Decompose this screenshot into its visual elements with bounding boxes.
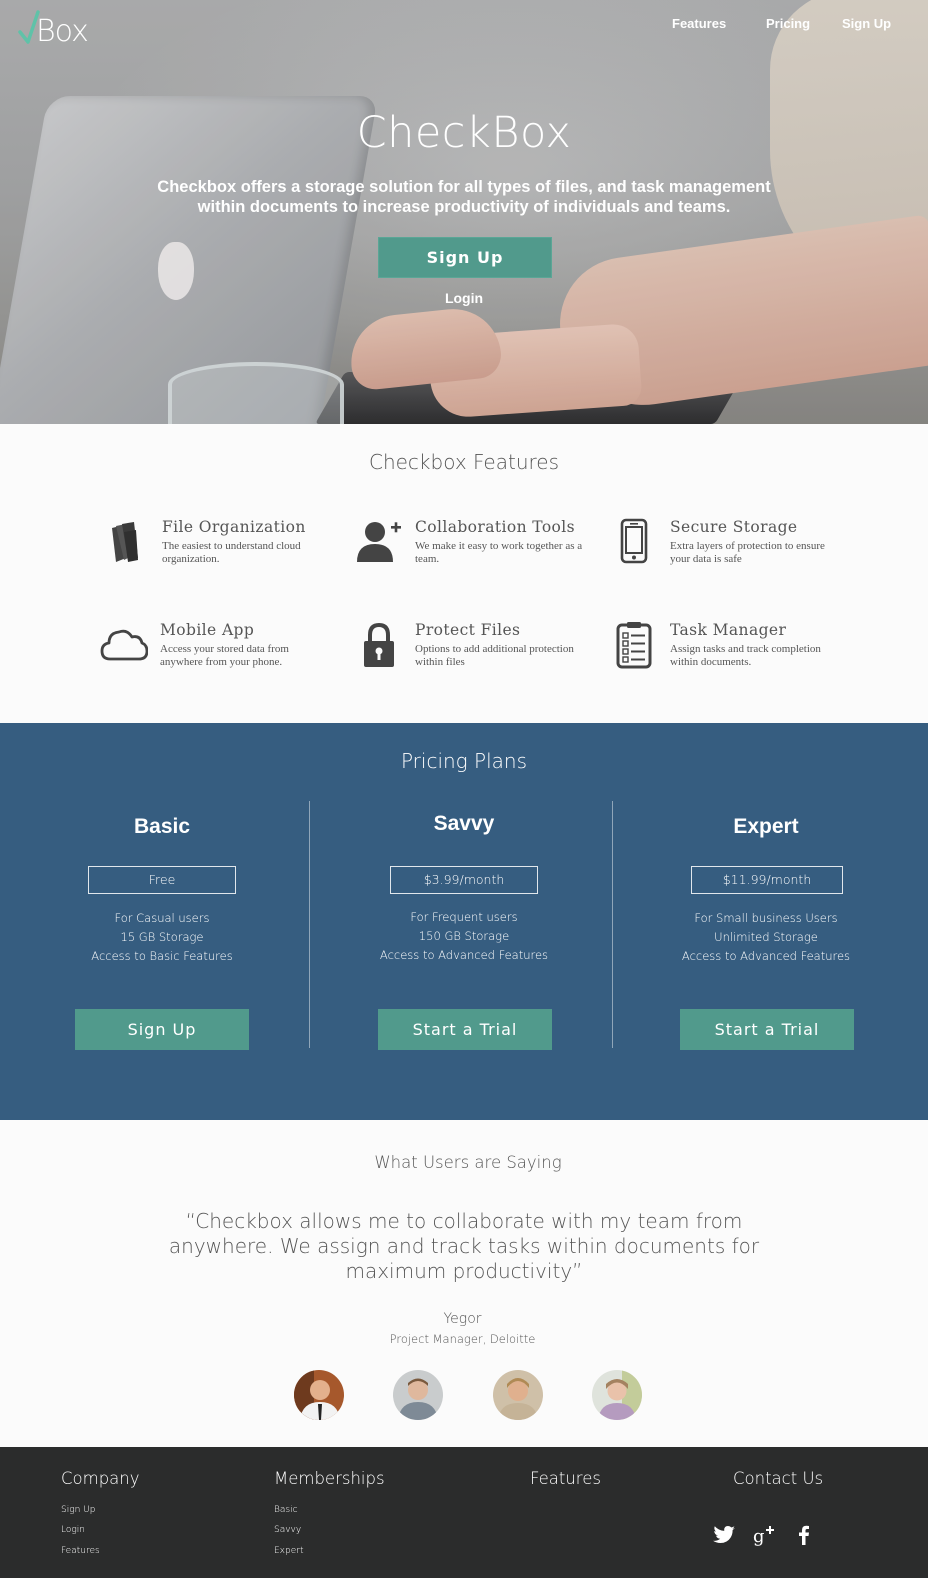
add-user-icon bbox=[357, 522, 401, 562]
feature-title: Collaboration Tools bbox=[415, 518, 575, 536]
testimonial-author: Yegor bbox=[443, 1311, 482, 1327]
footer-link-savvy[interactable]: Savvy bbox=[274, 1525, 301, 1535]
testimonial-author-role: Project Manager, Deloitte bbox=[389, 1332, 536, 1346]
plan-trial-button[interactable]: Start a Trial bbox=[680, 1009, 854, 1050]
plan-feature: Access to Advanced Features bbox=[379, 948, 549, 962]
avatar[interactable] bbox=[294, 1370, 344, 1420]
testimonials-title: What Users are Saying bbox=[374, 1153, 562, 1172]
hero-title: CheckBox bbox=[356, 108, 572, 158]
feature-desc: We make it easy to work together as a te… bbox=[415, 540, 583, 565]
plan-price: $3.99/month bbox=[390, 866, 538, 894]
avatar-image bbox=[294, 1370, 344, 1420]
nav-features-link[interactable]: Features bbox=[672, 16, 726, 31]
footer-link-login[interactable]: Login bbox=[61, 1525, 85, 1535]
plan-feature: For Frequent users bbox=[410, 910, 518, 924]
plan-feature: 15 GB Storage bbox=[120, 930, 204, 944]
plan-name: Basic bbox=[133, 815, 191, 838]
avatar-image bbox=[493, 1370, 543, 1420]
hero-subtitle: Checkbox offers a storage solution for a… bbox=[157, 178, 771, 216]
plan-savvy: Savvy $3.99/month For Frequent users 150… bbox=[314, 723, 614, 1120]
feature-desc: Assign tasks and track completion within… bbox=[670, 643, 821, 668]
lock-icon bbox=[364, 622, 394, 667]
pricing-section: Pricing Plans Basic Free For Casual user… bbox=[0, 723, 928, 1120]
plan-price: Free bbox=[88, 866, 236, 894]
plan-name: Savvy bbox=[433, 812, 495, 835]
cloud-icon bbox=[100, 629, 148, 661]
feature-title: Secure Storage bbox=[670, 518, 798, 536]
plan-feature: Access to Basic Features bbox=[91, 949, 233, 963]
footer-contact-heading[interactable]: Contact Us bbox=[733, 1469, 823, 1488]
footer-memberships-heading: Memberships bbox=[274, 1469, 385, 1488]
plan-expert: Expert $11.99/month For Small business U… bbox=[616, 723, 916, 1120]
feature-task-manager: Task Manager Assign tasks and track comp… bbox=[610, 621, 840, 681]
features-title: Checkbox Features bbox=[368, 450, 560, 474]
feature-protect-files: Protect Files Options to add additional … bbox=[355, 621, 585, 681]
twitter-icon[interactable] bbox=[712, 1523, 736, 1547]
logo[interactable]: Box bbox=[18, 10, 98, 52]
plan-name: Expert bbox=[733, 815, 799, 838]
phone-icon bbox=[620, 518, 648, 564]
nav-pricing-link[interactable]: Pricing bbox=[766, 16, 810, 31]
checklist-icon bbox=[616, 622, 652, 669]
feature-mobile-app: Mobile App Access your stored data from … bbox=[100, 621, 330, 681]
feature-title: File Organization bbox=[162, 518, 306, 536]
footer-link-expert[interactable]: Expert bbox=[274, 1546, 304, 1556]
feature-file-organization: File Organization The easiest to underst… bbox=[102, 518, 332, 578]
nav-signup-link[interactable]: Sign Up bbox=[842, 16, 891, 31]
plan-signup-button[interactable]: Sign Up bbox=[75, 1009, 249, 1050]
avatar[interactable] bbox=[592, 1370, 642, 1420]
feature-desc: Options to add additional protection wit… bbox=[415, 643, 574, 668]
feature-collaboration-tools: Collaboration Tools We make it easy to w… bbox=[355, 518, 585, 578]
plan-feature: Unlimited Storage bbox=[714, 930, 818, 944]
avatar-image bbox=[592, 1370, 642, 1420]
folder-file-icon bbox=[112, 522, 138, 562]
plan-feature: Access to Advanced Features bbox=[681, 949, 851, 963]
hero-signup-button[interactable]: Sign Up bbox=[378, 237, 552, 278]
footer-features-heading[interactable]: Features bbox=[530, 1469, 601, 1488]
feature-desc: Access your stored data from anywhere fr… bbox=[160, 643, 289, 668]
testimonial-quote: “Checkbox allows me to collaborate with … bbox=[168, 1209, 760, 1283]
footer-link-signup[interactable]: Sign Up bbox=[61, 1505, 95, 1515]
hero-login-link[interactable]: Login bbox=[0, 290, 928, 306]
plan-price: $11.99/month bbox=[691, 866, 843, 894]
svg-text:g: g bbox=[753, 1526, 765, 1547]
plan-feature: 150 GB Storage bbox=[418, 929, 510, 943]
footer-company-heading: Company bbox=[61, 1469, 140, 1488]
footer-link-features[interactable]: Features bbox=[61, 1546, 100, 1556]
plan-trial-button[interactable]: Start a Trial bbox=[378, 1009, 552, 1050]
feature-title: Protect Files bbox=[415, 621, 521, 639]
testimonials-section: What Users are Saying “Checkbox allows m… bbox=[0, 1120, 928, 1447]
feature-title: Mobile App bbox=[160, 621, 255, 639]
avatar-image bbox=[393, 1370, 443, 1420]
footer: Company Sign Up Login Features Membershi… bbox=[0, 1447, 928, 1578]
feature-secure-storage: Secure Storage Extra layers of protectio… bbox=[610, 518, 840, 578]
feature-desc: Extra layers of protection to ensure you… bbox=[670, 540, 825, 565]
features-section: Checkbox Features File Organization The … bbox=[0, 424, 928, 723]
logo-text: Box bbox=[36, 14, 89, 49]
footer-link-basic[interactable]: Basic bbox=[274, 1505, 298, 1515]
feature-title: Task Manager bbox=[670, 621, 787, 639]
plan-feature: For Small business Users bbox=[694, 911, 838, 925]
feature-desc: The easiest to understand cloud organiza… bbox=[162, 540, 301, 565]
plan-basic: Basic Free For Casual users 15 GB Storag… bbox=[12, 723, 312, 1120]
google-plus-icon[interactable]: g bbox=[752, 1523, 776, 1547]
avatar[interactable] bbox=[493, 1370, 543, 1420]
hero-section: Box Features Pricing Sign Up CheckBox Ch… bbox=[0, 0, 928, 424]
avatar[interactable] bbox=[393, 1370, 443, 1420]
plan-feature: For Casual users bbox=[114, 911, 210, 925]
facebook-icon[interactable] bbox=[792, 1523, 816, 1547]
